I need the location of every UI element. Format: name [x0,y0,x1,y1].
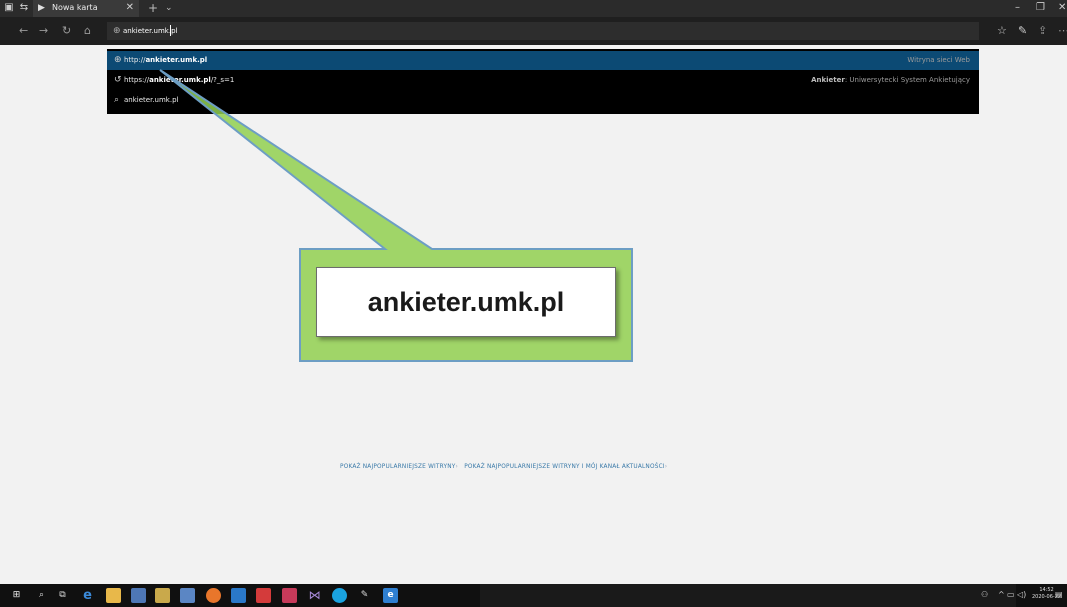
outlook-icon[interactable] [231,588,246,603]
app-icon[interactable] [282,588,297,603]
show-top-sites-and-feed-link[interactable]: POKAŻ NAJPOPULARNIEJSZE WITRYNY I MÓJ KA… [464,464,665,470]
app-icon[interactable] [131,588,146,603]
action-center-icon[interactable]: ▤ [1055,590,1063,600]
show-hidden-icons-icon[interactable]: ^ [998,590,1005,600]
show-top-sites-link[interactable]: POKAŻ NAJPOPULARNIEJSZE WITRYNY [340,464,456,470]
people-icon[interactable]: ⚇ [981,590,988,600]
start-icon[interactable]: ⊞ [9,588,24,603]
ie-icon[interactable]: e [80,588,95,603]
search-icon[interactable]: ⌕ [34,588,49,603]
chevron-right-icon: › [455,464,465,470]
taskbar: ⊞ ⌕ ⧉ e ⋈ ✎ e ⚇ ^ ▭ ◁) 14:52 2020-06-22 … [0,584,1067,607]
app-icon[interactable]: ✎ [357,588,372,603]
edge-icon[interactable]: e [383,588,398,603]
skype-icon[interactable] [332,588,347,603]
new-tab-options: POKAŻ NAJPOPULARNIEJSZE WITRYNY› POKAŻ N… [340,464,770,474]
chevron-right-icon: › [664,464,668,470]
callout-text: ankieter.umk.pl [367,286,565,317]
visual-studio-icon[interactable]: ⋈ [307,588,322,603]
file-explorer-icon[interactable] [106,588,121,603]
firefox-icon[interactable] [206,588,221,603]
network-icon[interactable]: ▭ [1007,590,1015,600]
callout-label-box: ankieter.umk.pl [316,267,616,337]
volume-icon[interactable]: ◁) [1017,590,1026,600]
task-view-icon[interactable]: ⧉ [55,588,70,603]
app-icon[interactable] [155,588,170,603]
taskbar-open-window[interactable] [480,584,1016,607]
app-icon[interactable] [180,588,195,603]
app-icon[interactable] [256,588,271,603]
